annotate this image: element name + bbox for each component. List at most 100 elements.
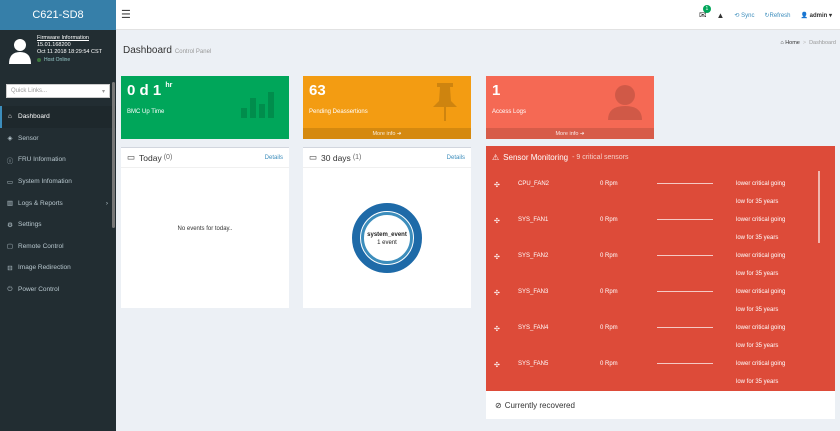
sidebar-item-system-infomation[interactable]: ▭ System Infomation — [0, 171, 116, 193]
page-title: Dashboard Control Panel — [123, 45, 211, 56]
sensor-status: lower critical going — [736, 325, 786, 331]
today-event-count: (0) — [163, 154, 173, 161]
sensor-trend-line — [657, 219, 713, 220]
sensor-row[interactable]: ✣ SYS_FAN3 0 Rpm lower critical going low fo… — [486, 282, 835, 318]
sensor-trend-line — [657, 327, 713, 328]
sensor-row[interactable]: ✣ SYS_FAN2 0 Rpm lower critical going low fo… — [486, 246, 835, 282]
fan-icon: ✣ — [494, 182, 500, 189]
event-donut-chart[interactable]: system_event 1 event — [351, 202, 423, 274]
quick-links-select[interactable]: Quick Links... ▾ — [6, 84, 110, 98]
sensor-name: SYS_FAN5 — [518, 361, 549, 367]
access-logs-box: 1 Access Logs More info ➜ — [486, 76, 654, 139]
sensor-row[interactable]: ✣ SYS_FAN5 0 Rpm lower critical going low fo… — [486, 354, 835, 390]
uptime-box: 0 d 1 hr BMC Up Time — [121, 76, 289, 139]
menu-toggle-icon[interactable]: ☰ — [121, 8, 131, 21]
sidebar-item-fru-information[interactable]: ⓘ FRU Information — [0, 149, 116, 171]
sensor-status: lower critical going — [736, 289, 786, 295]
notifications-button[interactable]: ✉ 1 — [699, 4, 711, 21]
chevron-down-icon: ▾ — [101, 88, 105, 95]
sidebar-item-dashboard[interactable]: ⌂ Dashboard — [0, 106, 116, 128]
currently-recovered-bar[interactable]: ⊘ Currently recovered — [486, 391, 835, 419]
system-datetime: Oct 11 2018 18:29:54 CST — [37, 49, 103, 55]
brand-logo[interactable]: C621-SD8 — [0, 0, 116, 30]
host-status: Host Online — [37, 56, 116, 64]
sensor-status: lower critical going — [736, 361, 786, 367]
uptime-value: 0 d 1 hr — [127, 82, 173, 99]
sensor-row[interactable]: ✣ SYS_FAN1 0 Rpm lower critical going low fo… — [486, 210, 835, 246]
hdd-icon: ⊟ — [7, 264, 13, 272]
hdd-icon: ▭ — [309, 152, 318, 162]
firmware-info-link[interactable]: Firmware Information — [37, 35, 116, 42]
donut-outer-ring — [352, 203, 422, 273]
sidebar-item-power-control[interactable]: ⏻ Power Control — [0, 279, 116, 301]
fan-icon: ✣ — [494, 326, 500, 333]
sidebar-item-settings[interactable]: ⚙ Settings — [0, 214, 116, 236]
sidebar-item-remote-control[interactable]: ▢ Remote Control — [0, 236, 116, 258]
sensor-trend-line — [657, 255, 713, 256]
chart-icon: ▥ — [6, 200, 14, 208]
sensor-value: 0 Rpm — [600, 289, 618, 295]
sidebar-item-logs-reports[interactable]: ▥ Logs & Reports › — [0, 192, 116, 214]
user-panel: Firmware Information 15.01.168200 Oct 11… — [0, 30, 116, 80]
access-logs-label: Access Logs — [492, 109, 527, 115]
sensor-value: 0 Rpm — [600, 217, 618, 223]
sensor-value: 0 Rpm — [600, 181, 618, 187]
warning-icon[interactable]: ▲ — [716, 11, 724, 20]
page-subtitle: Control Panel — [174, 49, 212, 55]
sidebar-item-label: Image Redirection — [18, 264, 71, 272]
sidebar-item-sensor[interactable]: ◈ Sensor — [0, 128, 116, 150]
sensor-status-duration: low for 35 years — [736, 271, 779, 277]
info-icon: ⓘ — [6, 157, 14, 165]
access-logs-more-info-link[interactable]: More info ➜ — [486, 128, 654, 139]
sensor-row[interactable]: ✣ SYS_FAN4 0 Rpm lower critical going low fo… — [486, 318, 835, 354]
warning-icon: ⚠ — [492, 152, 500, 162]
sensor-row[interactable]: ✣ CPU_FAN2 0 Rpm lower critical going low fo… — [486, 174, 835, 210]
thumbtack-icon — [433, 83, 457, 121]
user-avatar-icon — [9, 39, 31, 64]
donut-label: system_event — [367, 232, 407, 238]
sidebar-item-label: FRU Information — [18, 156, 66, 164]
sidebar-item-label: Sensor — [18, 134, 39, 142]
hdd-icon: ▭ — [127, 152, 136, 162]
notification-badge: 1 — [702, 4, 711, 13]
fan-icon: ✣ — [494, 362, 500, 369]
sidebar-item-image-redirection[interactable]: ⊟ Image Redirection — [0, 257, 116, 279]
user-menu-button[interactable]: 👤 admin ▾ — [801, 12, 833, 19]
host-status-text: Host Online — [44, 57, 71, 63]
today-details-link[interactable]: Details — [265, 155, 283, 161]
today-card-title: Today — [139, 152, 162, 163]
sensor-status-duration: low for 35 years — [736, 199, 779, 205]
chevron-right-icon: › — [105, 199, 108, 207]
access-logs-value: 1 — [492, 82, 501, 99]
deassertions-more-info-link[interactable]: More info ➜ — [303, 128, 471, 139]
sensor-name: SYS_FAN4 — [518, 325, 549, 331]
donut-inner-ring — [361, 212, 413, 264]
sidebar-item-label: Logs & Reports — [18, 199, 63, 207]
sensor-value: 0 Rpm — [600, 361, 618, 367]
fan-icon: ✣ — [494, 290, 500, 297]
breadcrumb-current: Dashboard — [809, 40, 836, 46]
check-circle-icon: ⊘ — [495, 400, 502, 410]
sensor-list-scrollbar[interactable] — [818, 171, 820, 243]
sensor-name: CPU_FAN2 — [518, 181, 550, 187]
refresh-label: Refresh — [769, 12, 791, 19]
top-navbar: ☰ ✉ 1 ▲ ⟲ Sync ↻Refresh 👤 admin ▾ — [116, 0, 840, 30]
sensor-status: lower critical going — [736, 253, 786, 259]
desktop-icon: ▢ — [6, 243, 14, 251]
refresh-button[interactable]: ↻Refresh — [764, 12, 790, 19]
today-card-header: ▭ Today (0) Details — [121, 148, 289, 168]
power-icon: ⏻ — [7, 285, 13, 293]
sensor-monitoring-header: ⚠ Sensor Monitoring - 9 critical sensors — [486, 146, 835, 168]
sensor-name: SYS_FAN2 — [518, 253, 549, 259]
sidebar-scrollbar[interactable] — [112, 82, 115, 228]
no-events-message: No events for today.. — [177, 226, 233, 232]
sidebar: C621-SD8 Firmware Information 15.01.1682… — [0, 0, 116, 431]
user-name: admin — [809, 12, 828, 19]
thirty-details-link[interactable]: Details — [447, 155, 465, 161]
breadcrumb-home[interactable]: Home — [785, 40, 800, 46]
sensor-monitoring-panel: ⚠ Sensor Monitoring - 9 critical sensors… — [486, 146, 835, 391]
sensor-status-duration: low for 35 years — [736, 343, 779, 349]
sidebar-nav: ⌂ Dashboard ◈ Sensor ⓘ FRU Information ▭ System… — [0, 106, 116, 300]
sync-button[interactable]: ⟲ Sync — [734, 12, 754, 19]
tachometer-icon: ⌂ — [8, 113, 12, 121]
